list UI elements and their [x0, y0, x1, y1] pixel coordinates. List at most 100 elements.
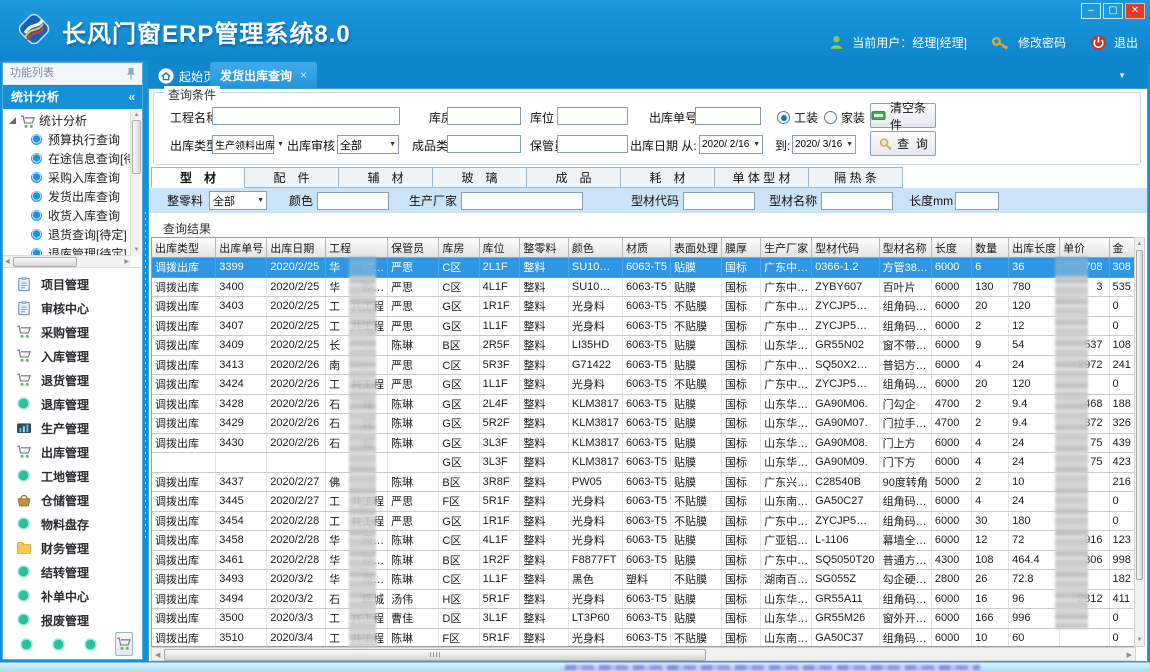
table-row[interactable]: 调拨出库34542020/2/28工 共工程严思G区1R1F整料光身料6063-… — [152, 511, 1135, 531]
sidebar-menu-item[interactable]: 采购管理 — [3, 320, 142, 344]
material-tab[interactable]: 辅 材 — [339, 167, 433, 188]
table-row[interactable]: 调拨出库35002020/3/3工 共工程曹佳D区3L1F整料LT3P60606… — [152, 609, 1135, 629]
profile-code-input[interactable] — [683, 192, 755, 210]
collapse-icon[interactable]: « — [128, 85, 135, 109]
material-tab[interactable]: 玻 璃 — [433, 167, 527, 188]
sidebar-menu-item[interactable]: 生产管理 — [3, 416, 142, 440]
sidebar-menu-item[interactable]: 出库管理 — [3, 440, 142, 464]
column-header[interactable]: 型材名称 — [879, 238, 931, 258]
column-header[interactable]: 库房 — [439, 238, 479, 258]
sidebar-section-header[interactable]: 统计分析 « — [3, 85, 142, 109]
table-row[interactable]: 调拨出库34292020/2/26石 城陈琳G区5R2F整料KLM3817606… — [152, 414, 1135, 434]
circle-icon[interactable] — [51, 637, 66, 652]
manufacturer-input[interactable] — [461, 192, 583, 210]
column-header[interactable]: 保管员 — [388, 238, 439, 258]
column-header[interactable]: 表面处理 — [670, 238, 721, 258]
tree-horizontal-scrollbar[interactable]: ◀ ▶ — [3, 255, 131, 267]
material-tab[interactable]: 隔 热 条 — [809, 167, 903, 188]
table-row[interactable]: 调拨出库34372020/2/27佛 …陈琳B区3R8F整料PW056063-T… — [152, 472, 1135, 492]
table-row[interactable]: 调拨出库34932020/3/2华 原…陈琳C区1L1F整料黑色塑料不贴膜国标湖… — [152, 570, 1135, 590]
sidebar-menu-item[interactable]: 退货管理 — [3, 368, 142, 392]
location-input[interactable] — [557, 107, 628, 125]
table-row[interactable]: G区3L3F整料KLM38176063-T5贴膜国标山东华…GA90M09.门下… — [152, 453, 1135, 473]
warehouse-input[interactable] — [447, 107, 521, 125]
search-button[interactable]: 查 询 — [870, 131, 936, 156]
project-input[interactable] — [212, 107, 400, 125]
table-row[interactable]: 调拨出库34282020/2/26石 城陈琳G区2L4F整料KLM3817606… — [152, 394, 1135, 414]
table-row[interactable]: 调拨出库34092020/2/25长 …陈琳B区2R5F整料LI35HD6063… — [152, 336, 1135, 356]
circle-icon[interactable] — [83, 637, 98, 652]
scroll-thumb[interactable] — [13, 257, 77, 267]
column-header[interactable]: 数量 — [972, 238, 1009, 258]
scroll-thumb[interactable] — [132, 120, 141, 174]
length-mm-input[interactable] — [955, 192, 999, 210]
close-button[interactable]: ✕ — [1125, 3, 1145, 19]
table-row[interactable]: 调拨出库34072020/2/25工 共工程严思G区1L1F整料光身料6063-… — [152, 316, 1135, 336]
sidebar-menu-item[interactable]: 入库管理 — [3, 344, 142, 368]
column-header[interactable]: 出库单号 — [216, 238, 267, 258]
column-header[interactable]: 库位 — [479, 238, 520, 258]
tree-item[interactable]: 预算执行查询 — [3, 130, 131, 149]
clear-conditions-button[interactable]: 清空条件 — [870, 103, 936, 128]
table-row[interactable]: 调拨出库35102020/3/4工 共工程陈琳F区5R1F整料光身料6063-T… — [152, 628, 1135, 647]
sidebar-menu-item[interactable]: 补单中心 — [3, 584, 142, 608]
scroll-thumb[interactable] — [1136, 250, 1143, 580]
circle-icon[interactable] — [19, 637, 34, 652]
table-row[interactable]: 调拨出库34242020/2/26工 共工程严思G区1L1F整料光身料6063-… — [152, 375, 1135, 395]
color-input[interactable] — [317, 192, 389, 210]
profile-name-input[interactable] — [821, 192, 893, 210]
table-row[interactable]: 调拨出库33992020/2/25华 原…严思C区2L1F整料SU10…6063… — [152, 258, 1135, 278]
column-header[interactable]: 出库类型 — [152, 238, 216, 258]
sidebar-menu-item[interactable]: 结转管理 — [3, 560, 142, 584]
table-row[interactable]: 调拨出库34612020/2/28华 原…陈琳B区1R2F整料F8877FT60… — [152, 550, 1135, 570]
radio-jiazhuang[interactable]: 家装 — [824, 109, 865, 126]
maximize-button[interactable]: ▢ — [1103, 3, 1123, 19]
pin-icon[interactable] — [126, 67, 136, 80]
order-no-input[interactable] — [695, 107, 761, 125]
table-row[interactable]: 调拨出库34032020/2/25工 共工程严思G区1R1F整料光身料6063-… — [152, 297, 1135, 317]
material-tab[interactable]: 成 品 — [527, 167, 621, 188]
material-tab[interactable]: 耗 材 — [621, 167, 715, 188]
column-header[interactable]: 出库长度 — [1009, 238, 1060, 258]
sidebar-menu-item[interactable]: 审核中心 — [3, 296, 142, 320]
expander-icon[interactable] — [9, 117, 16, 124]
table-row[interactable]: 调拨出库34302020/2/26石 城陈琳G区3L3F整料KLM3817606… — [152, 433, 1135, 453]
scroll-thumb[interactable] — [164, 649, 706, 661]
keeper-input[interactable] — [557, 135, 628, 153]
column-header[interactable]: 型材代码 — [812, 238, 880, 258]
tree-vertical-scrollbar[interactable]: ▲ ▼ — [130, 109, 142, 256]
material-tab[interactable]: 配 件 — [245, 167, 339, 188]
grid-vertical-scrollbar[interactable]: ▲ ▼ — [1134, 237, 1145, 647]
column-header[interactable]: 材质 — [622, 238, 670, 258]
date-to-picker[interactable]: 2020/ 3/16▼ — [792, 135, 856, 154]
tree-item[interactable]: 退货查询[待定] — [3, 225, 131, 244]
sidebar-menu-item[interactable]: 退库管理 — [3, 392, 142, 416]
tree-item[interactable]: 采购入库查询 — [3, 168, 131, 187]
sidebar-menu-item[interactable]: 项目管理 — [3, 272, 142, 296]
column-header[interactable]: 膜厚 — [721, 238, 760, 258]
out-audit-select[interactable]: 全部▼ — [337, 135, 399, 154]
product-type-input[interactable] — [447, 135, 521, 153]
sidebar-menu-item[interactable]: 物料盘存 — [3, 512, 142, 536]
logout-link[interactable]: 退出 — [1114, 34, 1138, 51]
grid-horizontal-scrollbar[interactable]: ◀ ▶ — [151, 647, 1136, 661]
column-header[interactable]: 工程 — [326, 238, 388, 258]
column-header[interactable]: 出库日期 — [267, 238, 326, 258]
sidebar-menu-item[interactable]: 仓储管理 — [3, 488, 142, 512]
table-row[interactable]: 调拨出库34452020/2/27工 共工程严思F区5R1F整料光身料6063-… — [152, 492, 1135, 512]
column-header[interactable]: 单价 — [1060, 238, 1109, 258]
sidebar-menu-item[interactable]: 财务管理 — [3, 536, 142, 560]
table-row[interactable]: 调拨出库34942020/3/2石 辉城汤伟H区5R1F整料光身料6063-T5… — [152, 589, 1135, 609]
tree-item[interactable]: 在途信息查询[待 — [3, 149, 131, 168]
table-row[interactable]: 调拨出库34132020/2/26南 …严思C区5R3F整料G714226063… — [152, 355, 1135, 375]
column-header[interactable]: 金 — [1109, 238, 1134, 258]
material-tab[interactable]: 单 体 型 材 — [715, 167, 809, 188]
sidebar-menu-item[interactable]: 报废管理 — [3, 608, 142, 632]
tab-close-icon[interactable]: × — [300, 68, 307, 82]
table-row[interactable]: 调拨出库34002020/2/25华 原…严思C区4L1F整料SU10…6063… — [152, 277, 1135, 297]
sidebar-menu-item[interactable]: 工地管理 — [3, 464, 142, 488]
tree-item[interactable]: 收货入库查询 — [3, 206, 131, 225]
tree-root[interactable]: 统计分析 — [3, 111, 131, 130]
column-header[interactable]: 颜色 — [568, 238, 622, 258]
whole-part-select[interactable]: 全部▼ — [209, 191, 267, 210]
